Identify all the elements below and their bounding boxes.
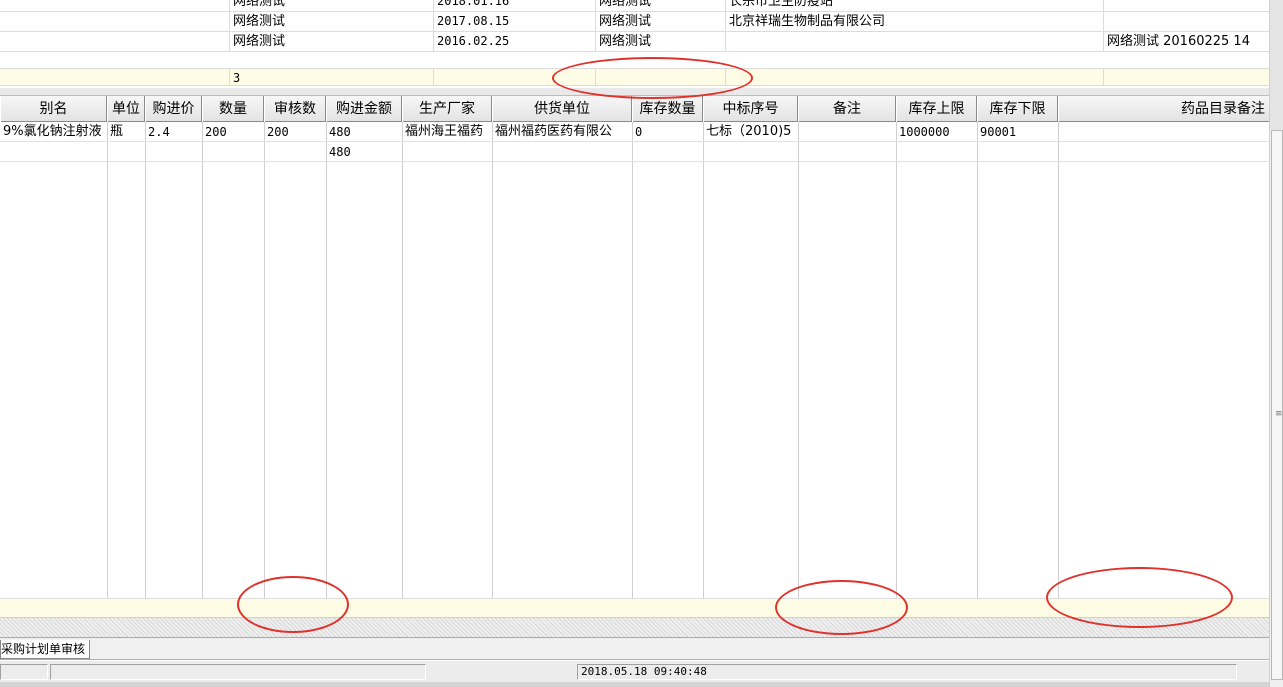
col-header-bid-no[interactable]: 中标序号 [703,96,798,122]
subtotal-row: 480 [0,142,1269,162]
status-panel [50,664,426,680]
window-tabs: 采购计划单审核 [0,638,1269,660]
splitter-bottom [0,618,1269,638]
col-header-supplier[interactable]: 供货单位 [492,96,632,122]
col-header-unit[interactable]: 单位 [107,96,145,122]
splitter[interactable] [0,88,1269,96]
grid-line [107,122,108,618]
grid-line [977,122,978,618]
stock-max-cell[interactable]: 1000000 [896,122,977,142]
col-header-audit-qty[interactable]: 审核数 [264,96,326,122]
col-header-amount[interactable]: 购进金额 [326,96,402,122]
grid-line [632,122,633,618]
status-panel [0,664,48,680]
supplier-cell [726,32,1104,51]
scroll-track[interactable] [1270,0,1283,130]
stock-min-cell[interactable]: 90001 [977,122,1058,142]
grid-line [402,122,403,618]
grid-line [326,122,327,618]
grid-line [703,122,704,618]
alias-cell[interactable]: 9%氯化钠注射液 [0,122,107,142]
remark-cell [1104,12,1269,31]
remark-cell[interactable] [798,122,896,142]
col-header-stock-qty[interactable]: 库存数量 [632,96,703,122]
col-header-remark[interactable]: 备注 [798,96,896,122]
grid-line [202,122,203,618]
operator2-cell: 网络测试 [596,12,726,31]
scroll-thumb[interactable]: ≡ [1271,130,1283,680]
operator-cell: 网络测试 [230,32,434,51]
operator2-cell: 网络测试 [596,0,726,11]
price-cell[interactable]: 2.4 [145,122,202,142]
col-header-qty[interactable]: 数量 [202,96,264,122]
date-cell: 2016.02.25 [434,32,596,51]
bid-no-cell[interactable]: 七标（2010)5 [703,122,798,142]
remark-cell [1104,0,1269,11]
audit-qty-cell[interactable]: 200 [264,122,326,142]
plan-detail-grid: 别名 单位 购进价 数量 审核数 购进金额 生产厂家 供货单位 库存数量 中标序… [0,96,1269,618]
plan-row[interactable]: 网络测试 2017.08.15 网络测试 北京祥瑞生物制品有限公司 [0,12,1269,32]
grid-line [492,122,493,618]
supplier-cell[interactable]: 福州福药医药有限公 [492,122,632,142]
date-cell: 2018.01.16 [434,0,596,11]
col-header-price[interactable]: 购进价 [145,96,202,122]
catalog-remark-cell[interactable] [1058,122,1269,142]
col-header-manufacturer[interactable]: 生产厂家 [402,96,492,122]
qty-cell[interactable]: 200 [202,122,264,142]
operator-cell: 网络测试 [230,0,434,11]
tab-plan-audit[interactable]: 采购计划单审核 [0,640,91,659]
bottom-strip [0,682,1269,687]
status-datetime: 2018.05.18 09:40:48 [577,664,1237,680]
col-header-catalog-remark[interactable]: 药品目录备注 [1058,96,1269,122]
operator2-cell: 网络测试 [596,32,726,51]
grid-line [896,122,897,618]
plan-row[interactable]: 网络测试 2018.01.16 网络测试 长宗市卫生防疫站 [0,0,1269,12]
grid-line [264,122,265,618]
detail-footer-row [0,598,1269,618]
unit-cell[interactable]: 瓶 [107,122,145,142]
col-header-stock-min[interactable]: 库存下限 [977,96,1058,122]
plan-row[interactable]: 网络测试 2016.02.25 网络测试 网络测试 20160225 14 [0,32,1269,52]
grip-icon: ≡ [1275,409,1283,419]
plan-list-grid: 网络测试 2018.01.16 网络测试 长宗市卫生防疫站 网络测试 2017.… [0,0,1269,88]
supplier-cell: 北京祥瑞生物制品有限公司 [726,12,1104,31]
status-bar: 2018.05.18 09:40:48 [0,660,1269,682]
grid-line [798,122,799,618]
vertical-scrollbar[interactable]: ≡ [1269,0,1283,687]
supplier-cell: 长宗市卫生防疫站 [726,0,1104,11]
date-cell: 2017.08.15 [434,12,596,31]
col-header-alias[interactable]: 别名 [0,96,107,122]
grid-line [1058,122,1059,618]
operator-cell: 网络测试 [230,12,434,31]
stock-qty-cell[interactable]: 0 [632,122,703,142]
grid-line [145,122,146,618]
total-count: 3 [230,69,434,85]
amount-cell[interactable]: 480 [326,122,402,142]
remark-cell: 网络测试 20160225 14 [1107,34,1250,49]
detail-header: 别名 单位 购进价 数量 审核数 购进金额 生产厂家 供货单位 库存数量 中标序… [0,96,1269,122]
col-header-stock-max[interactable]: 库存上限 [896,96,977,122]
table-row[interactable]: 9%氯化钠注射液 瓶 2.4 200 200 480 福州海王福药 福州福药医药… [0,122,1269,142]
manufacturer-cell[interactable]: 福州海王福药 [402,122,492,142]
amount-subtotal: 480 [329,145,351,159]
plan-total-row: 3 [0,68,1269,86]
